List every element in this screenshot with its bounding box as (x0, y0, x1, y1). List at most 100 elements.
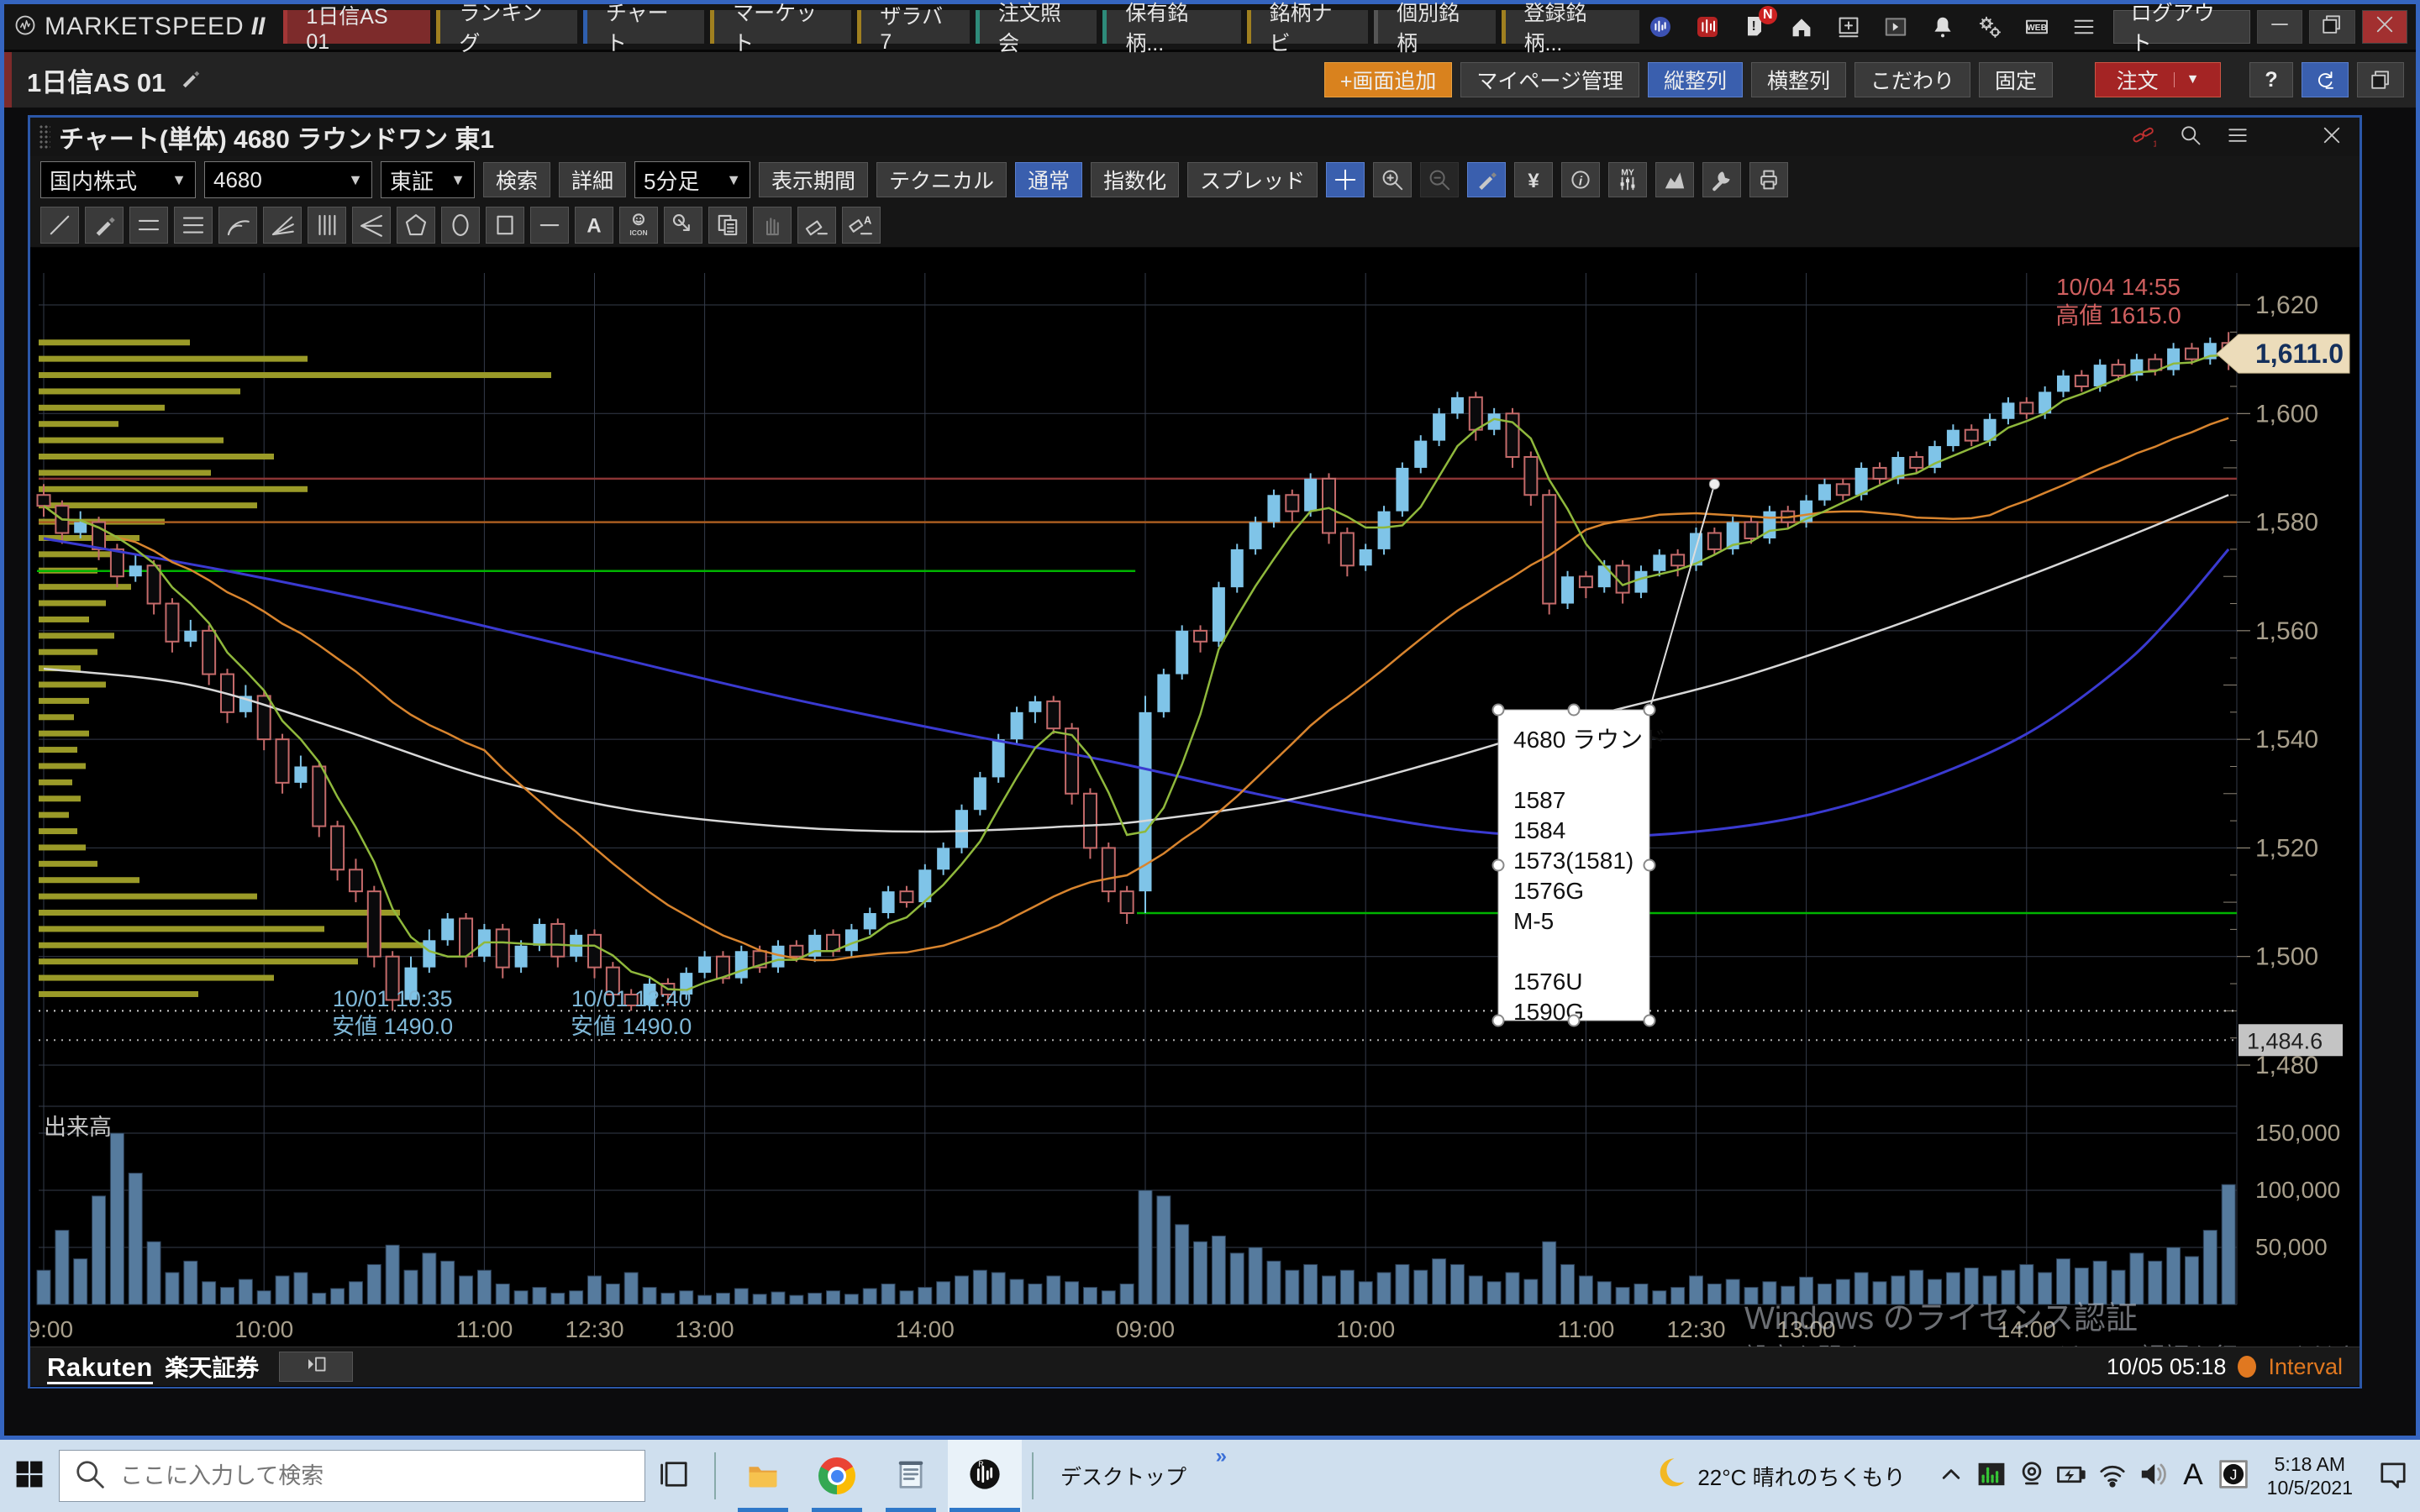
tab-9[interactable]: 個別銘柄 (1374, 10, 1495, 44)
tab-10[interactable]: 登録銘柄... (1502, 10, 1639, 44)
draw-eraser-button[interactable] (797, 207, 836, 244)
tab-1[interactable]: 1日信AS 01 (283, 10, 430, 44)
draw-hseg-button[interactable] (530, 207, 569, 244)
workspace-button-4[interactable]: 横整列 (1751, 62, 1846, 97)
chart-close-button[interactable] (2319, 123, 2344, 152)
tab-5[interactable]: ザラバ7 (857, 10, 970, 44)
link-mode-button[interactable] (2302, 62, 2349, 97)
workspace-button-6[interactable]: 固定 (1979, 62, 2053, 97)
search-button[interactable]: 検索 (483, 162, 550, 197)
tab-7[interactable]: 保有銘柄... (1102, 10, 1240, 44)
action-center-button[interactable] (2366, 1440, 2420, 1512)
print-button[interactable] (1749, 162, 1788, 197)
exchange-select[interactable]: 東証▼ (381, 161, 475, 198)
draw-rect-button[interactable] (486, 207, 524, 244)
period-button[interactable]: 表示期間 (759, 162, 868, 197)
taskbar-clock[interactable]: 5:18 AM 10/5/2021 (2254, 1440, 2366, 1512)
draw-eraser-a-button[interactable]: A (842, 207, 881, 244)
start-button[interactable] (0, 1440, 59, 1512)
chevron-expand-icon[interactable]: » (1216, 1445, 1227, 1468)
top-chart-square-button[interactable] (1693, 13, 1722, 41)
tab-4[interactable]: マーケット (710, 10, 851, 44)
workspace-button-5[interactable]: こだわり (1854, 62, 1970, 97)
tray-ime-mode[interactable]: A (2173, 1440, 2213, 1512)
chart-style-button[interactable] (1655, 162, 1694, 197)
draw-tool-button[interactable] (1467, 162, 1506, 197)
draw-hlines2-button[interactable] (129, 207, 168, 244)
draw-line-button[interactable] (40, 207, 79, 244)
order-dropdown-icon[interactable]: ▼ (2174, 72, 2200, 87)
taskbar-app-marketspeed[interactable]: R (948, 1440, 1022, 1512)
mode-spread-button[interactable]: スプレッド (1187, 162, 1318, 197)
top-alert-button[interactable]: !N (1740, 13, 1769, 41)
mode-normal-button[interactable]: 通常 (1015, 162, 1082, 197)
mode-index-button[interactable]: 指数化 (1091, 162, 1179, 197)
crosshair-tool-button[interactable] (1326, 162, 1365, 197)
help-button[interactable]: ? (2249, 62, 2293, 97)
tab-2[interactable]: ランキング (436, 10, 577, 44)
window-restore-button[interactable] (2357, 62, 2404, 97)
desktop-toolbar[interactable]: デスクトップ » (1044, 1440, 1203, 1512)
workspace-button-3[interactable]: 縦整列 (1648, 62, 1743, 97)
top-menu-button[interactable] (2070, 13, 2098, 41)
order-button[interactable]: 注文▼ (2095, 62, 2221, 97)
draw-pencil-button[interactable] (85, 207, 124, 244)
draw-fan-button[interactable] (263, 207, 302, 244)
top-add-window-button[interactable] (1834, 13, 1863, 41)
top-web-button[interactable]: WEB (2023, 13, 2051, 41)
restore-button[interactable] (2309, 10, 2354, 44)
workspace-button-1[interactable]: +画面追加 (1324, 62, 1453, 97)
draw-pointer-drop-button[interactable] (664, 207, 702, 244)
draw-pitchfork-button[interactable] (352, 207, 391, 244)
zoom-in-button[interactable] (1373, 162, 1412, 197)
my-settings-button[interactable]: MY (1608, 162, 1647, 197)
top-settings-gears-button[interactable] (1975, 13, 2004, 41)
draw-ellipse-button[interactable] (441, 207, 480, 244)
workspace-button-2[interactable]: マイページ管理 (1460, 62, 1639, 97)
info-button[interactable]: i (1561, 162, 1600, 197)
chart-menu-button[interactable] (2225, 123, 2250, 152)
weather-widget[interactable]: 22°C 晴れのちくもり (1652, 1455, 1930, 1498)
settings-wrench-button[interactable] (1702, 162, 1741, 197)
draw-arcs-button[interactable] (218, 207, 257, 244)
tab-8[interactable]: 銘柄ナビ (1247, 10, 1368, 44)
detail-button[interactable]: 詳細 (559, 162, 626, 197)
panel-expand-button[interactable] (279, 1352, 353, 1382)
tab-3[interactable]: チャート (583, 10, 704, 44)
taskbar-search[interactable] (59, 1450, 645, 1502)
chart-duplicate-button[interactable] (2272, 123, 2297, 152)
interval-select[interactable]: 5分足▼ (634, 161, 750, 198)
draw-copy-button[interactable] (708, 207, 747, 244)
yen-display-button[interactable]: ¥ (1514, 162, 1553, 197)
draw-hand-button[interactable] (753, 207, 792, 244)
draw-hlines3-button[interactable] (174, 207, 213, 244)
tray-hidden-icons[interactable] (1931, 1440, 1971, 1512)
draw-pentagon-button[interactable] (397, 207, 435, 244)
chart-window-titlebar[interactable]: チャート(単体) 4680 ラウンドワン 東1 1 (30, 118, 2360, 156)
tray-wifi[interactable] (2092, 1440, 2133, 1512)
task-view-button[interactable] (645, 1440, 704, 1512)
tray-led-chart[interactable] (1971, 1440, 2012, 1512)
close-button[interactable] (2362, 10, 2407, 44)
draw-text-a-button[interactable]: A (575, 207, 613, 244)
drag-grip[interactable] (39, 124, 50, 150)
market-select[interactable]: 国内株式▼ (40, 161, 196, 198)
top-home-button[interactable] (1787, 13, 1816, 41)
taskbar-app-notepad[interactable] (874, 1440, 948, 1512)
technical-button[interactable]: テクニカル (876, 162, 1007, 197)
top-panel-toggle-button[interactable] (1881, 13, 1910, 41)
tray-camera[interactable] (2012, 1440, 2052, 1512)
tray-ime-lang[interactable]: J (2213, 1440, 2254, 1512)
minimize-button[interactable] (2257, 10, 2302, 44)
taskbar-app-chrome[interactable] (800, 1440, 874, 1512)
taskbar-app-explorer[interactable] (726, 1440, 800, 1512)
tray-volume[interactable] (2133, 1440, 2173, 1512)
draw-icon-stamp-button[interactable]: ICON (619, 207, 658, 244)
search-input[interactable] (118, 1462, 592, 1490)
tab-6[interactable]: 注文照会 (976, 10, 1097, 44)
tray-battery[interactable] (2052, 1440, 2092, 1512)
draw-vlines-button[interactable] (308, 207, 346, 244)
zoom-out-button[interactable] (1420, 162, 1459, 197)
price-volume-chart[interactable]: 1,4801,5001,5201,5401,5601,5801,6001,620… (30, 248, 2360, 1387)
top-bell-button[interactable] (1928, 13, 1957, 41)
